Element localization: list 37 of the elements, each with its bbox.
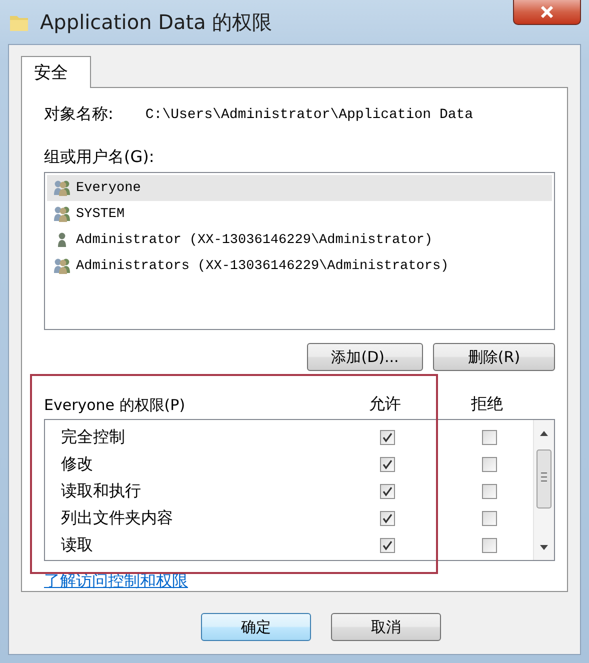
checkbox[interactable] [482,430,496,445]
close-button[interactable] [513,0,581,25]
checkbox[interactable] [380,511,394,526]
scrollbar[interactable] [533,420,554,560]
column-header: 允许 [368,394,402,415]
checkbox[interactable] [482,484,496,499]
checkbox[interactable] [380,538,394,553]
column-header: 拒绝 [470,394,504,415]
add-button[interactable]: 添加(D)... [307,343,423,371]
checkbox[interactable] [380,430,394,445]
users-icon [53,180,73,196]
permission-name: 修改 [60,454,94,475]
permission-name: 列出文件夹内容 [60,508,174,529]
tab[interactable]: 安全 [21,56,91,88]
users-icon [53,206,73,222]
object-path: C:\Users\Administrator\Application Data [145,106,474,122]
users-icon [53,258,73,274]
list-label: Everyone 的权限(P) [44,396,186,415]
list-label: 组或用户名(G): [44,147,154,166]
permission-name: 读取和执行 [60,481,142,502]
list-item[interactable]: SYSTEM [47,201,552,227]
checkbox[interactable] [482,538,496,553]
close-icon [540,6,554,18]
checkbox[interactable] [380,457,394,472]
window-title: Application Data 的权限 [40,8,272,36]
permission-name: 读取 [60,535,94,556]
ok-button[interactable]: 确定 [201,613,311,641]
checkbox[interactable] [380,484,394,499]
cancel-button[interactable]: 取消 [331,613,441,641]
permission-name: 完全控制 [60,427,126,448]
checkbox[interactable] [482,511,496,526]
checkbox[interactable] [482,457,496,472]
field-label: 对象名称: [44,104,114,125]
list-item[interactable]: Everyone [47,175,552,201]
list-item[interactable]: Administrator (XX-13036146229\Administrator) [47,227,552,253]
remove-button[interactable]: 删除(R) [433,343,555,371]
list-item[interactable]: Administrators (XX-13036146229\Administrators) [47,253,552,279]
